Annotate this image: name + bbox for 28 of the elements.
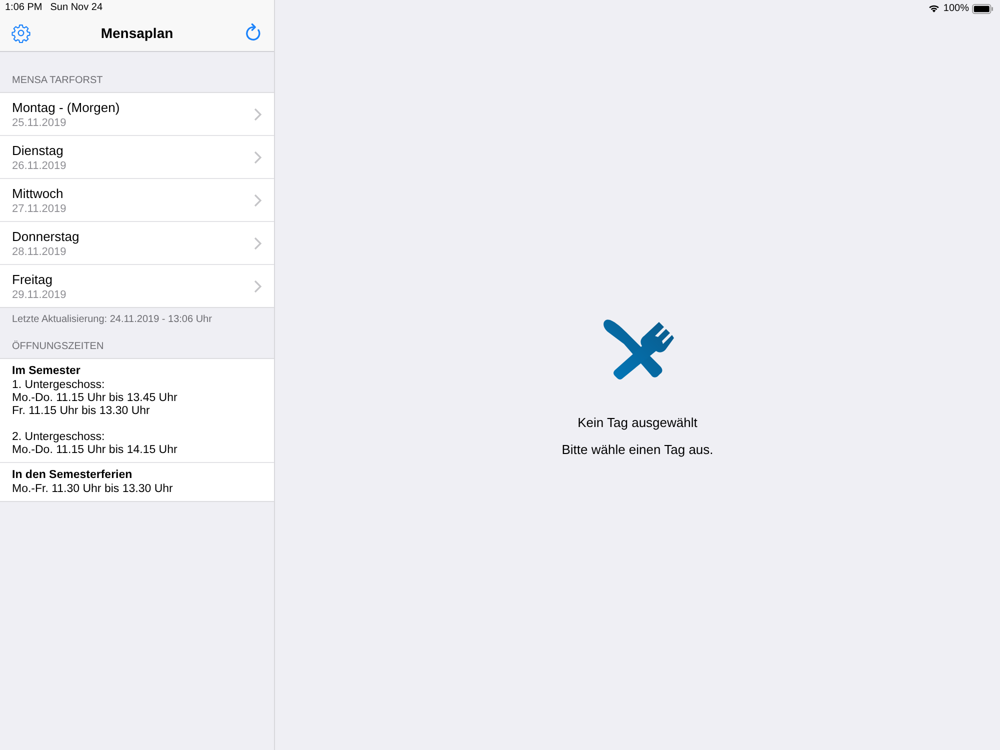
- empty-state-message: Bitte wähle einen Tag aus.: [562, 442, 714, 457]
- day-list-item[interactable]: Donnerstag 28.11.2019: [0, 222, 274, 265]
- day-list-item[interactable]: Freitag 29.11.2019: [0, 265, 274, 307]
- chevron-icon: [254, 194, 262, 206]
- day-list-item[interactable]: Dienstag 26.11.2019: [0, 136, 274, 179]
- day-list-item[interactable]: Montag - (Morgen) 25.11.2019: [0, 93, 274, 136]
- chevron-icon: [254, 236, 262, 250]
- battery-percentage: 100%: [943, 3, 969, 14]
- battery-icon: [972, 4, 994, 14]
- settings-icon[interactable]: [11, 23, 31, 43]
- day-list-item[interactable]: Mittwoch 27.11.2019: [0, 179, 274, 222]
- hours-text: 1. Untergeschoss: Mo.-Do. 11.15 Uhr bis 13.45 Uhr Fr. 11.15 Uhr bis 13.30 Uhr: [12, 379, 178, 418]
- status-time: 1:06 PM: [5, 2, 42, 13]
- section-header: ÖFFNUNGSZEITEN: [11, 340, 105, 354]
- hours-title: In den Semesterferien: [12, 469, 134, 482]
- hours-title: Im Semester: [12, 365, 82, 378]
- hours-text: Mo.-Fr. 11.30 Uhr bis 13.30 Uhr: [12, 483, 174, 496]
- status-date: Sun Nov 24: [50, 2, 103, 13]
- chevron-icon: [254, 108, 262, 120]
- chevron-icon: [254, 280, 262, 292]
- wifi-icon: [928, 4, 940, 13]
- empty-state-title: Kein Tag ausgewählt: [578, 415, 698, 430]
- nav-title: Mensaplan: [100, 25, 174, 41]
- chevron-icon: [254, 150, 262, 164]
- hours-text: 2. Untergeschoss: Mo.-Do. 11.15 Uhr bis 14.15 Uhr: [12, 431, 178, 457]
- section-header: MENSA TARFORST: [11, 74, 104, 88]
- last-update-text: Letzte Aktualisierung: 24.11.2019 - 13:06 Uhr: [11, 313, 213, 325]
- cutlery-icon: [602, 318, 674, 382]
